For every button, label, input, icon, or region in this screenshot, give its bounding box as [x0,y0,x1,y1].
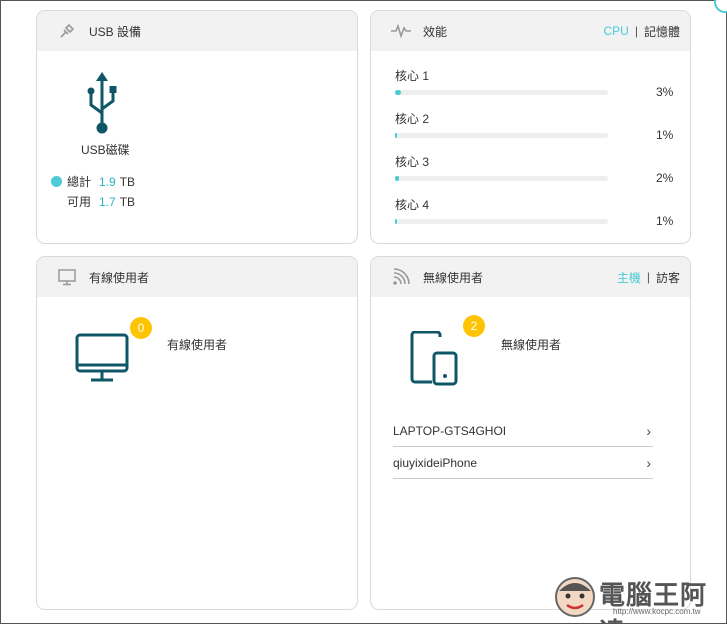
cpu-core-percent: 1% [656,128,674,142]
storage-total-row: 總計 1.9 TB [51,173,135,190]
monitor-icon [57,267,77,287]
cpu-core-name: 核心 3 [395,155,430,169]
cpu-usage-fill [395,90,402,95]
usb-card-header: USB 設備 [37,11,357,51]
available-unit: TB [119,194,136,209]
cpu-core-row: 核心 3 2% [395,153,673,185]
tablet-phone-icon [410,330,460,390]
cpu-core-row: 核心 4 1% [395,196,673,228]
total-label: 總計 [67,175,92,189]
performance-card-header: 效能 CPU | 記憶體 [371,11,690,51]
status-dot-icon [51,176,62,187]
chevron-right-icon: › [646,454,651,471]
cpu-usage-fill [395,219,398,224]
wireless-view-switch: 主機 | 訪客 [617,269,680,286]
cpu-core-percent: 3% [656,85,674,99]
wired-clients-label[interactable]: 有線使用者 [167,336,227,353]
usb-symbol-icon [83,71,121,135]
performance-view-switch: CPU | 記憶體 [604,23,680,40]
cpu-core-percent: 1% [656,214,674,228]
cpu-core-name: 核心 2 [395,112,430,126]
performance-card-title: 效能 [423,24,448,39]
total-unit: TB [119,174,136,189]
help-icon[interactable] [714,0,727,13]
watermark: 電腦王阿達 http://www.kocpc.com.tw [553,573,723,624]
cpu-core-row: 核心 1 3% [395,67,673,99]
wired-card-title: 有線使用者 [89,270,150,285]
pulse-icon [391,21,411,41]
tab-memory[interactable]: 記憶體 [644,23,680,40]
performance-card: 效能 CPU | 記憶體 核心 1 3% 核心 2 1% 核心 3 2% 核心 4 1% [370,10,691,244]
tab-cpu[interactable]: CPU [604,24,629,38]
wireless-card-header: 無線使用者 主機 | 訪客 [371,257,690,297]
watermark-url: http://www.kocpc.com.tw [613,607,701,616]
wired-card-header: 有線使用者 [37,257,357,297]
usb-plug-icon [57,21,77,41]
cpu-core-name: 核心 4 [395,198,430,212]
cpu-usage-bar [395,176,608,181]
wifi-signal-icon [391,267,411,287]
cpu-core-row: 核心 2 1% [395,110,673,142]
tab-host[interactable]: 主機 [617,269,641,286]
tab-separator: | [634,24,638,38]
wireless-count-badge: 2 [463,315,485,337]
usb-disk-label: USB磁碟 [81,143,130,157]
cpu-usage-bar [395,133,608,138]
total-value: 1.9 [99,174,116,189]
usb-card-title: USB 設備 [89,24,142,39]
chevron-right-icon: › [646,422,651,439]
wireless-device-list: LAPTOP-GTS4GHOI › qiuyixideiPhone › [393,415,653,479]
cpu-usage-fill [395,176,400,181]
wireless-card-title: 無線使用者 [423,270,484,285]
device-row[interactable]: qiuyixideiPhone › [393,447,653,479]
wireless-clients-card: 無線使用者 主機 | 訪客 2 無線使用者 LAPTOP-GTS4GHOI › … [370,256,691,610]
watermark-text: 電腦王阿達 [599,581,708,624]
device-row[interactable]: LAPTOP-GTS4GHOI › [393,415,653,447]
device-name: qiuyixideiPhone [393,455,478,470]
wired-count-badge: 0 [130,317,152,339]
available-label: 可用 [67,195,92,209]
device-name: LAPTOP-GTS4GHOI [393,423,507,438]
available-value: 1.7 [99,194,116,209]
cpu-usage-fill [395,133,398,138]
desktop-computer-icon [75,333,129,386]
cpu-core-percent: 2% [656,171,674,185]
cpu-usage-bar [395,219,608,224]
storage-available-row: 可用 1.7 TB [51,193,135,210]
tab-separator: | [646,270,650,284]
mascot-logo-icon [555,577,595,617]
usb-devices-card: USB 設備 USB磁碟 總計 1.9 TB 可用 1.7 TB [36,10,358,244]
wired-clients-card: 有線使用者 0 有線使用者 [36,256,358,610]
wireless-clients-label[interactable]: 無線使用者 [501,336,561,353]
tab-guest[interactable]: 訪客 [656,269,680,286]
cpu-core-name: 核心 1 [395,69,430,83]
cpu-usage-bar [395,90,608,95]
